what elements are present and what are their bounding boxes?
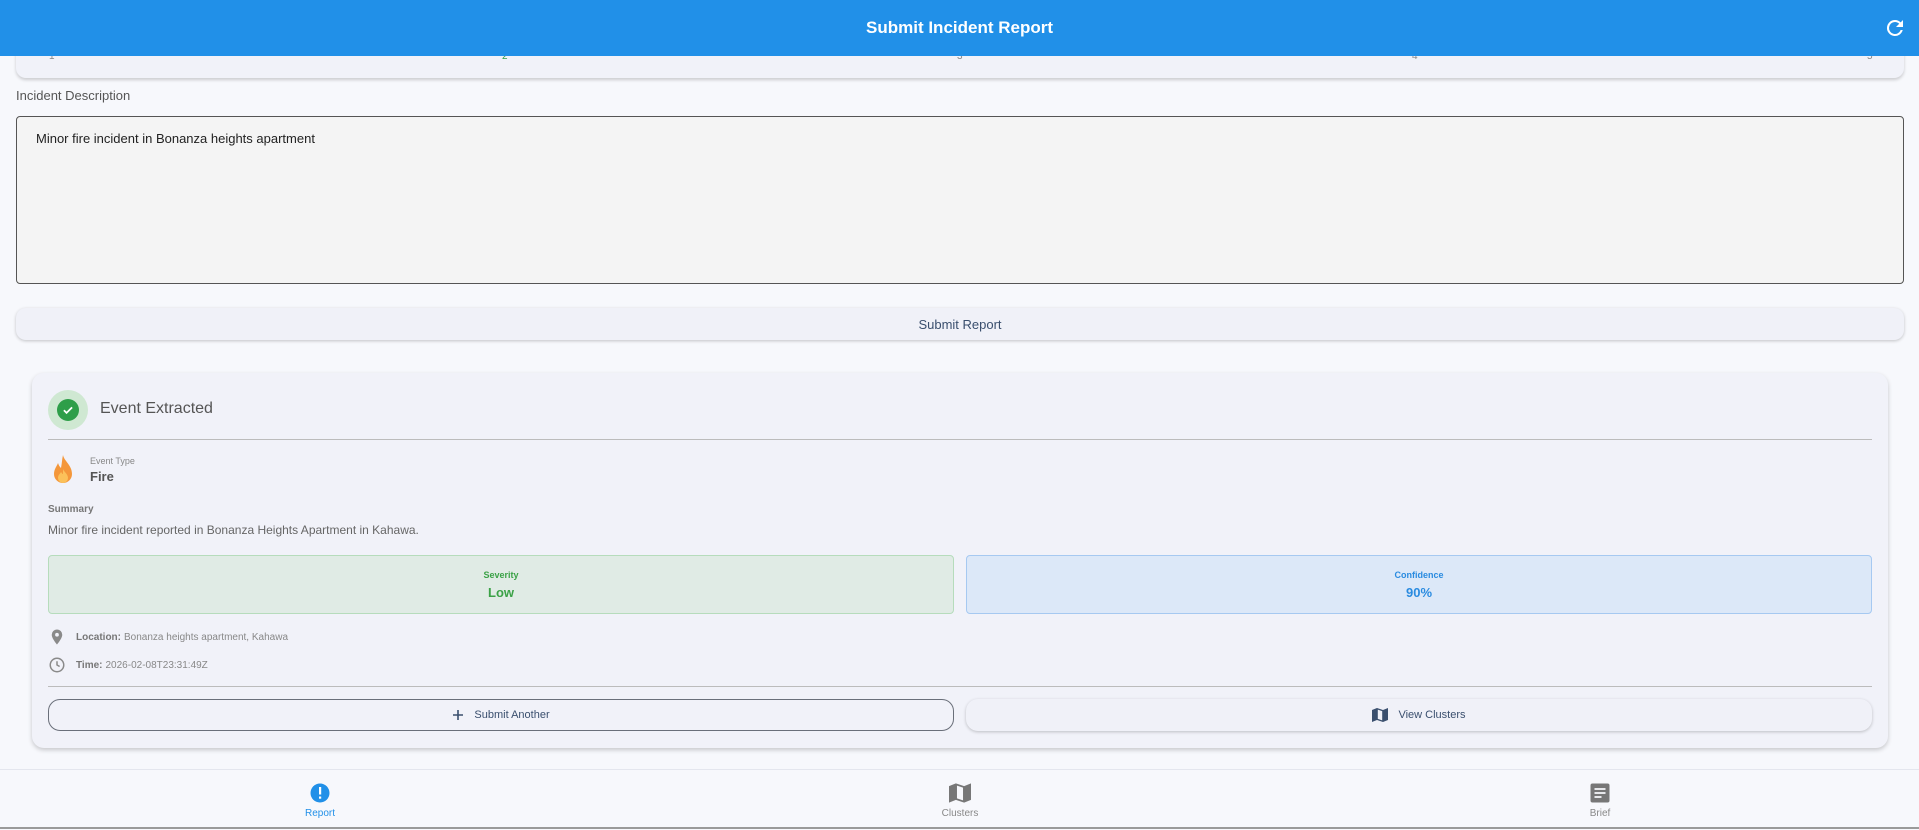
nav-brief[interactable]: Brief (1550, 782, 1650, 819)
page-title: Submit Incident Report (866, 18, 1053, 37)
submit-another-label: Submit Another (474, 709, 550, 721)
severity-label: Severity (483, 569, 519, 580)
time-value: 2026-02-08T23:31:49Z (105, 659, 208, 671)
location-label: Location: (76, 631, 121, 643)
severity-box: Severity Low (48, 555, 954, 614)
bottom-nav: Report Clusters Brief (0, 769, 1919, 829)
description-value: Minor fire incident in Bonanza heights a… (36, 131, 315, 146)
document-icon (1590, 783, 1610, 803)
nav-clusters-label: Clusters (941, 808, 979, 819)
time-label: Time: (76, 659, 103, 671)
location-pin-icon (51, 629, 63, 645)
description-input[interactable]: Minor fire incident in Bonanza heights a… (16, 116, 1904, 284)
event-result-card: Event Extracted Event Type Fire Summary … (32, 373, 1888, 748)
confidence-box: Confidence 90% (966, 555, 1872, 614)
view-clusters-label: View Clusters (1398, 709, 1466, 721)
view-clusters-button[interactable]: View Clusters (966, 699, 1872, 731)
nav-report-label: Report (304, 808, 335, 819)
success-icon (48, 390, 88, 430)
summary-text: Minor fire incident reported in Bonanza … (48, 523, 419, 537)
plus-icon (453, 710, 464, 720)
nav-brief-label: Brief (1589, 808, 1611, 819)
divider (48, 686, 1872, 687)
app-bar: Submit Incident Report (0, 0, 1919, 56)
event-type-value: Fire (90, 469, 114, 484)
report-icon (310, 783, 330, 803)
location-row: Location: Bonanza heights apartment, Kah… (48, 628, 288, 646)
event-type-label: Event Type (90, 456, 135, 466)
confidence-value: 90% (1405, 584, 1433, 600)
nav-clusters[interactable]: Clusters (910, 782, 1010, 819)
nav-report[interactable]: Report (270, 782, 370, 819)
card-title: Event Extracted (100, 400, 213, 417)
submit-another-button[interactable]: Submit Another (48, 699, 954, 731)
summary-label: Summary (48, 504, 94, 515)
fire-icon (54, 455, 72, 483)
clock-icon (49, 657, 65, 673)
submit-report-label: Submit Report (918, 316, 1002, 332)
divider (48, 439, 1872, 440)
description-label: Incident Description (16, 88, 131, 103)
time-row: Time: 2026-02-08T23:31:49Z (48, 656, 208, 674)
location-value: Bonanza heights apartment, Kahawa (124, 631, 288, 643)
map-icon (949, 783, 971, 803)
refresh-icon[interactable] (1883, 16, 1907, 40)
confidence-label: Confidence (1394, 569, 1444, 580)
submit-report-button[interactable]: Submit Report (16, 308, 1904, 340)
map-icon (1372, 708, 1389, 722)
severity-value: Low (488, 584, 514, 600)
